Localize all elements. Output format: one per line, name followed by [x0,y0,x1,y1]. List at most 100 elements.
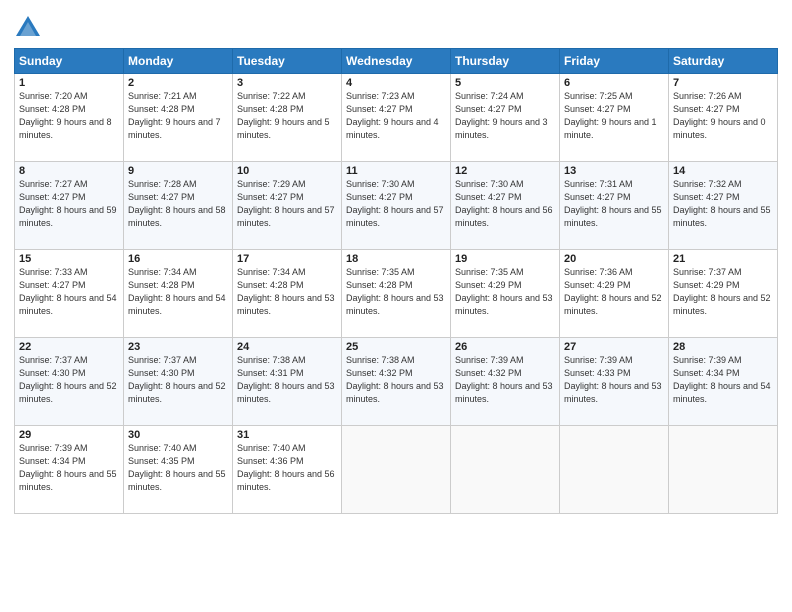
day-number: 21 [673,253,773,265]
calendar-weekday-saturday: Saturday [669,49,778,74]
day-info: Sunrise: 7:37 AMSunset: 4:30 PMDaylight:… [19,354,119,406]
day-info: Sunrise: 7:33 AMSunset: 4:27 PMDaylight:… [19,266,119,318]
calendar-week-row: 29Sunrise: 7:39 AMSunset: 4:34 PMDayligh… [15,426,778,514]
day-info: Sunrise: 7:38 AMSunset: 4:32 PMDaylight:… [346,354,446,406]
day-number: 7 [673,77,773,89]
day-number: 4 [346,77,446,89]
calendar-weekday-monday: Monday [124,49,233,74]
day-number: 16 [128,253,228,265]
calendar-week-row: 15Sunrise: 7:33 AMSunset: 4:27 PMDayligh… [15,250,778,338]
day-number: 12 [455,165,555,177]
day-info: Sunrise: 7:34 AMSunset: 4:28 PMDaylight:… [128,266,228,318]
calendar-cell: 3Sunrise: 7:22 AMSunset: 4:28 PMDaylight… [233,74,342,162]
day-info: Sunrise: 7:38 AMSunset: 4:31 PMDaylight:… [237,354,337,406]
calendar-cell: 21Sunrise: 7:37 AMSunset: 4:29 PMDayligh… [669,250,778,338]
calendar-cell: 5Sunrise: 7:24 AMSunset: 4:27 PMDaylight… [451,74,560,162]
day-number: 22 [19,341,119,353]
calendar-cell [669,426,778,514]
logo-icon [14,14,42,42]
day-info: Sunrise: 7:39 AMSunset: 4:32 PMDaylight:… [455,354,555,406]
day-number: 15 [19,253,119,265]
calendar-cell: 18Sunrise: 7:35 AMSunset: 4:28 PMDayligh… [342,250,451,338]
calendar-cell: 19Sunrise: 7:35 AMSunset: 4:29 PMDayligh… [451,250,560,338]
day-info: Sunrise: 7:31 AMSunset: 4:27 PMDaylight:… [564,178,664,230]
calendar-week-row: 1Sunrise: 7:20 AMSunset: 4:28 PMDaylight… [15,74,778,162]
day-number: 23 [128,341,228,353]
calendar-cell: 17Sunrise: 7:34 AMSunset: 4:28 PMDayligh… [233,250,342,338]
day-info: Sunrise: 7:36 AMSunset: 4:29 PMDaylight:… [564,266,664,318]
day-number: 19 [455,253,555,265]
day-number: 17 [237,253,337,265]
calendar-cell: 12Sunrise: 7:30 AMSunset: 4:27 PMDayligh… [451,162,560,250]
calendar-week-row: 22Sunrise: 7:37 AMSunset: 4:30 PMDayligh… [15,338,778,426]
day-info: Sunrise: 7:40 AMSunset: 4:35 PMDaylight:… [128,442,228,494]
day-info: Sunrise: 7:35 AMSunset: 4:29 PMDaylight:… [455,266,555,318]
calendar-cell: 9Sunrise: 7:28 AMSunset: 4:27 PMDaylight… [124,162,233,250]
calendar-cell: 6Sunrise: 7:25 AMSunset: 4:27 PMDaylight… [560,74,669,162]
calendar-cell: 30Sunrise: 7:40 AMSunset: 4:35 PMDayligh… [124,426,233,514]
day-number: 9 [128,165,228,177]
calendar-cell: 29Sunrise: 7:39 AMSunset: 4:34 PMDayligh… [15,426,124,514]
calendar-weekday-tuesday: Tuesday [233,49,342,74]
calendar-cell: 25Sunrise: 7:38 AMSunset: 4:32 PMDayligh… [342,338,451,426]
day-info: Sunrise: 7:39 AMSunset: 4:33 PMDaylight:… [564,354,664,406]
calendar-weekday-thursday: Thursday [451,49,560,74]
day-info: Sunrise: 7:20 AMSunset: 4:28 PMDaylight:… [19,90,119,142]
day-info: Sunrise: 7:24 AMSunset: 4:27 PMDaylight:… [455,90,555,142]
day-number: 26 [455,341,555,353]
calendar-cell: 24Sunrise: 7:38 AMSunset: 4:31 PMDayligh… [233,338,342,426]
day-info: Sunrise: 7:37 AMSunset: 4:30 PMDaylight:… [128,354,228,406]
calendar-cell: 20Sunrise: 7:36 AMSunset: 4:29 PMDayligh… [560,250,669,338]
day-number: 6 [564,77,664,89]
calendar-cell: 22Sunrise: 7:37 AMSunset: 4:30 PMDayligh… [15,338,124,426]
day-info: Sunrise: 7:26 AMSunset: 4:27 PMDaylight:… [673,90,773,142]
day-number: 29 [19,429,119,441]
day-info: Sunrise: 7:25 AMSunset: 4:27 PMDaylight:… [564,90,664,142]
calendar-cell: 28Sunrise: 7:39 AMSunset: 4:34 PMDayligh… [669,338,778,426]
calendar-cell: 31Sunrise: 7:40 AMSunset: 4:36 PMDayligh… [233,426,342,514]
day-number: 5 [455,77,555,89]
day-number: 31 [237,429,337,441]
day-number: 18 [346,253,446,265]
calendar-cell [342,426,451,514]
calendar-week-row: 8Sunrise: 7:27 AMSunset: 4:27 PMDaylight… [15,162,778,250]
day-number: 28 [673,341,773,353]
day-number: 27 [564,341,664,353]
calendar-cell: 13Sunrise: 7:31 AMSunset: 4:27 PMDayligh… [560,162,669,250]
calendar-table: SundayMondayTuesdayWednesdayThursdayFrid… [14,48,778,514]
calendar-header-row: SundayMondayTuesdayWednesdayThursdayFrid… [15,49,778,74]
day-info: Sunrise: 7:30 AMSunset: 4:27 PMDaylight:… [346,178,446,230]
calendar-cell: 4Sunrise: 7:23 AMSunset: 4:27 PMDaylight… [342,74,451,162]
day-info: Sunrise: 7:28 AMSunset: 4:27 PMDaylight:… [128,178,228,230]
day-number: 2 [128,77,228,89]
calendar-cell: 1Sunrise: 7:20 AMSunset: 4:28 PMDaylight… [15,74,124,162]
day-number: 11 [346,165,446,177]
calendar-cell: 2Sunrise: 7:21 AMSunset: 4:28 PMDaylight… [124,74,233,162]
calendar-weekday-sunday: Sunday [15,49,124,74]
calendar-cell: 11Sunrise: 7:30 AMSunset: 4:27 PMDayligh… [342,162,451,250]
calendar-cell: 7Sunrise: 7:26 AMSunset: 4:27 PMDaylight… [669,74,778,162]
header [14,10,778,42]
calendar-cell [451,426,560,514]
day-info: Sunrise: 7:23 AMSunset: 4:27 PMDaylight:… [346,90,446,142]
day-number: 14 [673,165,773,177]
day-info: Sunrise: 7:21 AMSunset: 4:28 PMDaylight:… [128,90,228,142]
calendar-cell: 10Sunrise: 7:29 AMSunset: 4:27 PMDayligh… [233,162,342,250]
calendar-cell: 14Sunrise: 7:32 AMSunset: 4:27 PMDayligh… [669,162,778,250]
day-number: 13 [564,165,664,177]
calendar-weekday-friday: Friday [560,49,669,74]
day-number: 24 [237,341,337,353]
page: SundayMondayTuesdayWednesdayThursdayFrid… [0,0,792,612]
day-info: Sunrise: 7:34 AMSunset: 4:28 PMDaylight:… [237,266,337,318]
day-info: Sunrise: 7:32 AMSunset: 4:27 PMDaylight:… [673,178,773,230]
day-info: Sunrise: 7:39 AMSunset: 4:34 PMDaylight:… [673,354,773,406]
calendar-cell: 27Sunrise: 7:39 AMSunset: 4:33 PMDayligh… [560,338,669,426]
calendar-cell: 8Sunrise: 7:27 AMSunset: 4:27 PMDaylight… [15,162,124,250]
day-info: Sunrise: 7:39 AMSunset: 4:34 PMDaylight:… [19,442,119,494]
calendar-cell: 23Sunrise: 7:37 AMSunset: 4:30 PMDayligh… [124,338,233,426]
day-info: Sunrise: 7:35 AMSunset: 4:28 PMDaylight:… [346,266,446,318]
calendar-cell: 15Sunrise: 7:33 AMSunset: 4:27 PMDayligh… [15,250,124,338]
day-number: 10 [237,165,337,177]
day-number: 1 [19,77,119,89]
calendar-weekday-wednesday: Wednesday [342,49,451,74]
